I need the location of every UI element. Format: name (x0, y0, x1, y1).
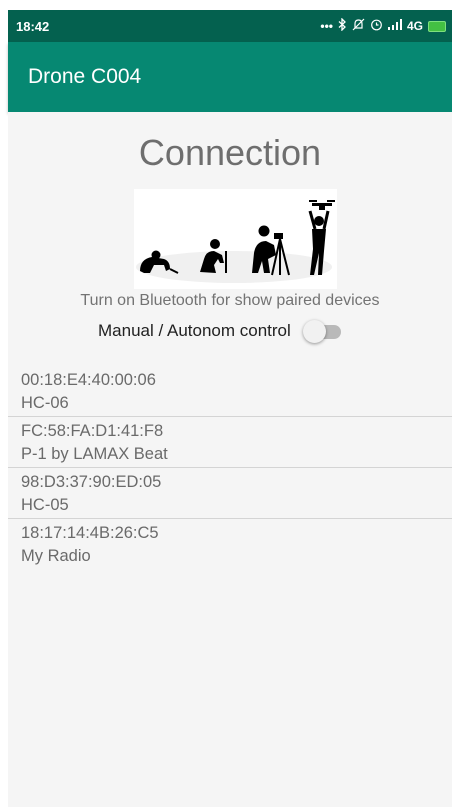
device-item[interactable]: 18:17:14:4B:26:C5 My Radio (8, 519, 452, 570)
drone-pilot-figure-icon (308, 200, 335, 275)
bluetooth-hint: Turn on Bluetooth for show paired device… (80, 292, 380, 309)
status-icons: ••• 4G (320, 17, 446, 34)
silent-icon (352, 18, 365, 34)
switch-thumb (302, 320, 326, 343)
device-name: My Radio (21, 547, 91, 565)
main-content: Connection Turn on Bluetooth for show pa… (8, 112, 452, 807)
paired-device-list: 00:18:E4:40:00:06 HC-06 FC:58:FA:D1:41:F… (8, 366, 452, 570)
device-name: HC-06 (21, 394, 69, 412)
control-mode-switch[interactable] (302, 319, 343, 343)
app-bar: Drone C004 (8, 42, 452, 112)
control-mode-row: Manual / Autonom control (98, 319, 343, 343)
device-address: 18:17:14:4B:26:C5 (21, 524, 159, 542)
device-name: P-1 by LAMAX Beat (21, 445, 168, 463)
device-address: FC:58:FA:D1:41:F8 (21, 422, 164, 440)
bluetooth-icon (338, 17, 347, 34)
device-item[interactable]: 00:18:E4:40:00:06 HC-06 (8, 366, 452, 417)
page-title: Connection (138, 132, 322, 173)
device-name: HC-05 (21, 496, 69, 514)
control-mode-label: Manual / Autonom control (98, 321, 291, 340)
network-type: 4G (406, 19, 423, 33)
device-item[interactable]: 98:D3:37:90:ED:05 HC-05 (8, 468, 452, 519)
status-bar: 18:42 ••• 4G (8, 10, 452, 42)
battery-icon (428, 20, 446, 32)
signal-icon (387, 19, 402, 33)
more-icon: ••• (320, 19, 333, 33)
status-time: 18:42 (16, 18, 50, 34)
app-title: Drone C004 (28, 65, 142, 88)
device-address: 98:D3:37:90:ED:05 (21, 473, 162, 491)
alarm-icon (370, 18, 383, 34)
device-item[interactable]: FC:58:FA:D1:41:F8 P-1 by LAMAX Beat (8, 417, 452, 468)
device-address: 00:18:E4:40:00:06 (21, 371, 156, 389)
evolution-illustration (134, 189, 337, 289)
